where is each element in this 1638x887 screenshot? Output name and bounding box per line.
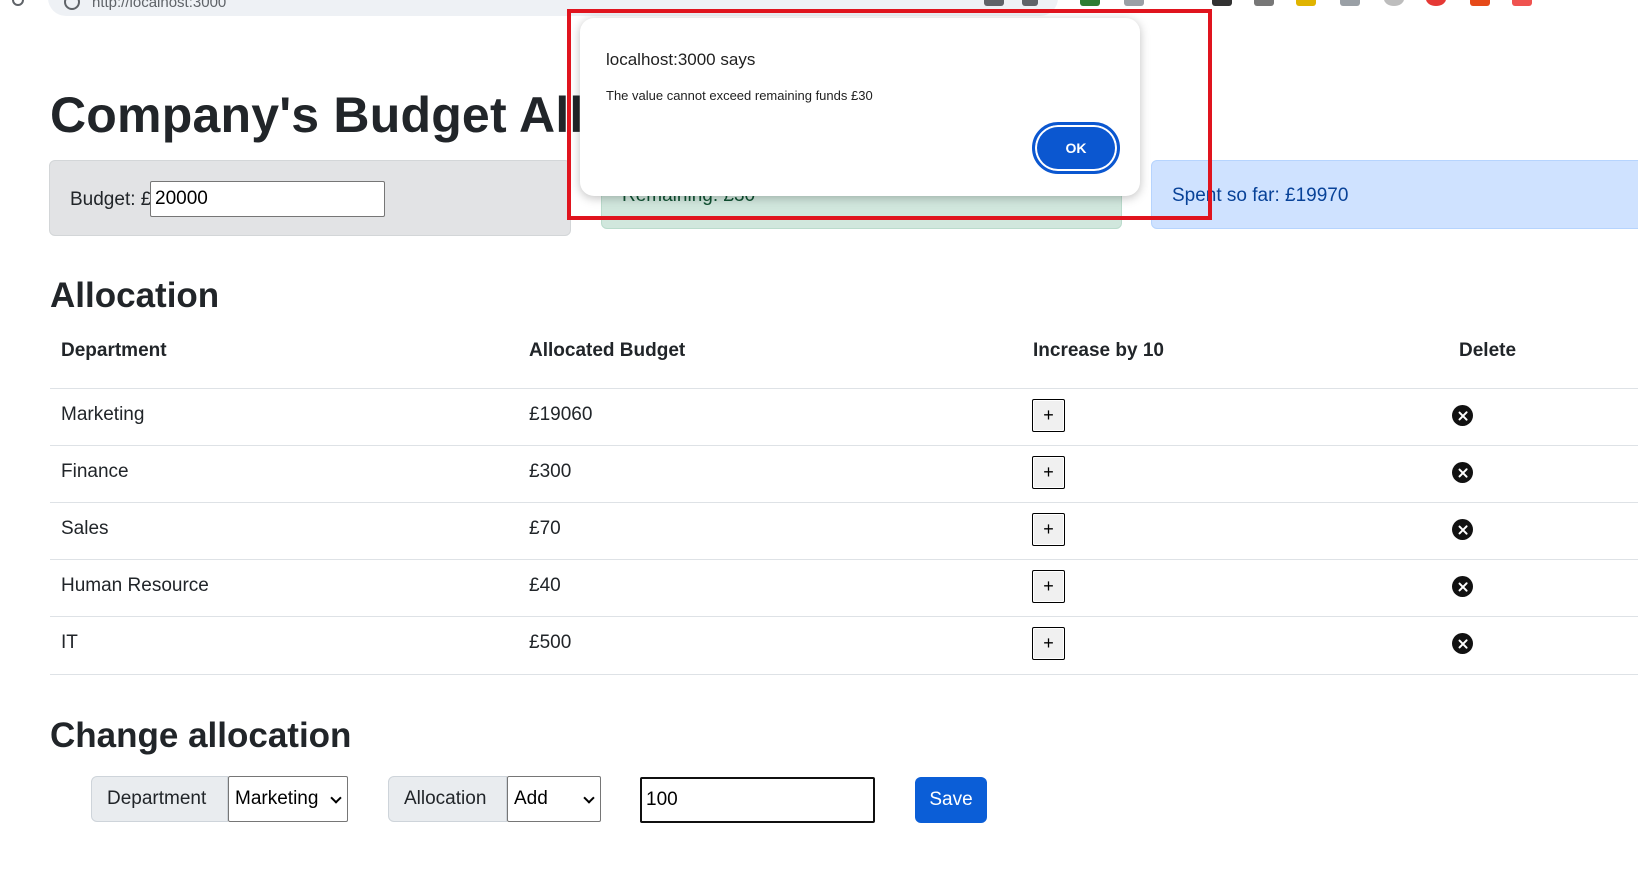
allocation-addon-label: Allocation: [388, 776, 507, 822]
column-header-department: Department: [61, 340, 167, 361]
increase-button[interactable]: +: [1032, 399, 1065, 432]
budget-cell: £70: [529, 518, 561, 539]
increase-button[interactable]: +: [1032, 570, 1065, 603]
chevron-down-icon: [583, 792, 595, 804]
extension-icon[interactable]: [1340, 0, 1360, 6]
department-cell: Human Resource: [61, 575, 209, 596]
chevron-down-icon: [330, 792, 342, 804]
save-button[interactable]: Save: [915, 777, 987, 823]
department-select-value: Marketing: [235, 788, 319, 809]
extension-icon[interactable]: [1426, 0, 1446, 6]
table-bottom-border: [50, 674, 1638, 675]
extension-icon[interactable]: [1254, 0, 1274, 6]
highlight-annotation-box: [567, 9, 1212, 220]
extension-icon[interactable]: [1080, 0, 1100, 6]
budget-cell: £300: [529, 461, 572, 482]
budget-cell: £19060: [529, 404, 593, 425]
extension-icon[interactable]: [1296, 0, 1316, 6]
extension-icon[interactable]: [1124, 0, 1144, 6]
delete-icon[interactable]: [1452, 462, 1473, 483]
column-header-delete: Delete: [1459, 340, 1517, 361]
allocation-heading: Allocation: [50, 276, 220, 315]
table-row: Sales £70 +: [50, 502, 1638, 557]
delete-icon[interactable]: [1452, 405, 1473, 426]
extension-icon[interactable]: [1470, 0, 1490, 6]
change-allocation-heading: Change allocation: [50, 716, 352, 755]
budget-cell: £40: [529, 575, 561, 596]
department-cell: Marketing: [61, 404, 145, 425]
table-row: Finance £300 +: [50, 445, 1638, 500]
table-row: Human Resource £40 +: [50, 559, 1638, 614]
department-addon-label: Department: [91, 776, 228, 822]
column-header-allocated-budget: Allocated Budget: [529, 340, 686, 361]
table-row: Marketing £19060 +: [50, 388, 1638, 443]
page-title: Company's Budget Allo: [50, 87, 615, 143]
department-cell: Finance: [61, 461, 129, 482]
department-select[interactable]: Marketing: [228, 776, 348, 822]
extension-icon[interactable]: [1384, 0, 1404, 6]
bookmark-star-icon[interactable]: [1022, 0, 1038, 6]
department-cell: IT: [61, 632, 78, 653]
delete-icon[interactable]: [1452, 633, 1473, 654]
increase-button[interactable]: +: [1032, 513, 1065, 546]
increase-button[interactable]: +: [1032, 627, 1065, 660]
budget-card: Budget: £: [49, 160, 571, 236]
department-cell: Sales: [61, 518, 109, 539]
reload-icon[interactable]: [12, 0, 24, 6]
extension-icon[interactable]: [1512, 0, 1532, 6]
increase-button[interactable]: +: [1032, 456, 1065, 489]
delete-icon[interactable]: [1452, 576, 1473, 597]
extension-icon[interactable]: [984, 0, 1004, 6]
html-extension-icon[interactable]: [1212, 0, 1232, 6]
allocation-amount-input[interactable]: 100: [640, 777, 875, 823]
delete-icon[interactable]: [1452, 519, 1473, 540]
table-row: IT £500 +: [50, 616, 1638, 671]
allocation-type-select[interactable]: Add: [507, 776, 601, 822]
budget-label: Budget: £: [70, 189, 152, 210]
url-text: http://localhost:3000: [92, 0, 227, 11]
spent-card: Spent so far: £19970: [1151, 160, 1638, 229]
budget-input[interactable]: [150, 181, 385, 217]
budget-cell: £500: [529, 632, 572, 653]
column-header-increase: Increase by 10: [1033, 340, 1164, 361]
allocation-type-value: Add: [514, 788, 548, 809]
